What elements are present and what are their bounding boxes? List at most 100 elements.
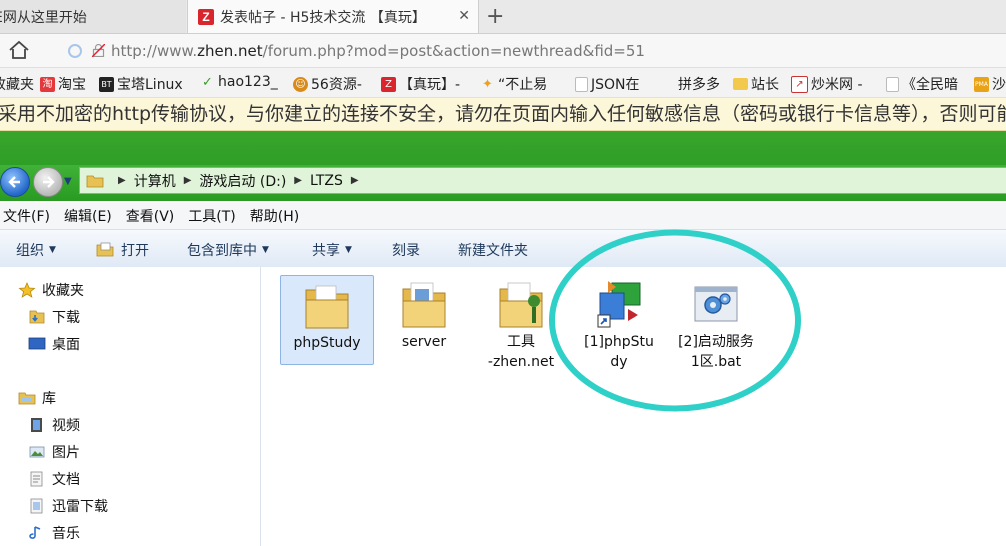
- bookmark-chaomi[interactable]: ↗ 炒米网 -: [791, 74, 863, 94]
- url-text: http://www.zhen.net/forum.php?mod=post&a…: [111, 42, 645, 60]
- downloads-folder-icon: [29, 310, 45, 324]
- open-button[interactable]: 打开: [96, 240, 149, 260]
- nav-downloads[interactable]: 下载: [28, 307, 80, 327]
- documents-icon: [30, 471, 43, 487]
- bookmark-label: JSON在: [591, 77, 640, 93]
- file-name: phpStudy: [293, 335, 361, 351]
- desktop-icon: [28, 337, 46, 350]
- folder-icon: [305, 285, 349, 329]
- bookmark-label: 《全民暗: [902, 77, 958, 93]
- bookmark-label: 【真玩】-: [399, 77, 461, 93]
- folder-icon: [86, 175, 104, 187]
- bookmark-pma[interactable]: PMA 沙: [974, 74, 1006, 94]
- nav-documents[interactable]: 文档: [28, 469, 80, 489]
- nav-label: 桌面: [52, 337, 80, 353]
- bookmark-zhanzhang[interactable]: 站长: [733, 74, 779, 94]
- zhen-favicon-icon: Z: [198, 8, 214, 25]
- breadcrumb-computer[interactable]: 计算机: [134, 171, 176, 191]
- page-icon: [886, 76, 899, 92]
- bookmark-label: hao123_: [218, 74, 278, 90]
- organize-button[interactable]: 组织 ▼: [16, 240, 56, 260]
- back-button[interactable]: [0, 167, 30, 197]
- breadcrumb-ltzs[interactable]: LTZS: [310, 173, 343, 189]
- bookmark-56[interactable]: ☺ 56资源-: [293, 74, 362, 94]
- recent-pages-chevron-down-icon[interactable]: ▼: [64, 176, 72, 187]
- navigation-pane: 收藏夹 下载 桌面 库 视频 图片 文档 迅雷下载 音乐: [0, 267, 261, 546]
- nav-label: 图片: [52, 445, 80, 461]
- documents-icon: [30, 498, 43, 514]
- share-button[interactable]: 共享 ▼: [312, 240, 352, 260]
- bookmark-label: 淘宝: [58, 77, 86, 93]
- include-in-library-button[interactable]: 包含到库中 ▼: [187, 240, 269, 260]
- nav-videos[interactable]: 视频: [28, 415, 80, 435]
- bookmark-favorites[interactable]: 收藏夹: [0, 74, 34, 94]
- menu-edit[interactable]: 编辑(E): [64, 206, 112, 226]
- chart-icon: ↗: [791, 75, 808, 93]
- new-folder-button[interactable]: 新建文件夹: [458, 240, 528, 260]
- taobao-icon: 淘: [40, 76, 55, 92]
- home-icon[interactable]: [8, 40, 30, 60]
- music-icon: [29, 526, 41, 539]
- bookmark-taobao[interactable]: 淘 淘宝: [40, 74, 86, 94]
- breadcrumb-separator-icon[interactable]: ▶: [184, 175, 192, 186]
- menu-tools[interactable]: 工具(T): [188, 206, 235, 226]
- new-folder-label: 新建文件夹: [458, 243, 528, 259]
- open-folder-icon: [96, 242, 114, 257]
- close-tab-icon[interactable]: ✕: [458, 8, 470, 24]
- nav-favorites[interactable]: 收藏夹: [18, 280, 84, 300]
- menu-help[interactable]: 帮助(H): [250, 206, 299, 226]
- url-path: /forum.php?mod=post&action=newthread&fid…: [262, 41, 645, 60]
- menu-file[interactable]: 文件(F): [3, 206, 50, 226]
- insecure-lock-icon[interactable]: [92, 44, 105, 57]
- bookmark-json[interactable]: JSON在: [575, 74, 640, 94]
- bookmark-label: 站长: [751, 77, 779, 93]
- nav-music[interactable]: 音乐: [28, 523, 80, 543]
- libraries-icon: [18, 392, 36, 405]
- url-prefix: http://www.: [111, 41, 198, 60]
- menu-view[interactable]: 查看(V): [126, 206, 175, 226]
- forward-button[interactable]: [33, 167, 63, 197]
- nav-libraries[interactable]: 库: [18, 388, 56, 408]
- bookmark-quanmin[interactable]: 《全民暗: [886, 74, 958, 94]
- bookmark-bt-linux[interactable]: BT 宝塔Linux: [99, 74, 183, 94]
- page-status-icon: [68, 43, 82, 58]
- bookmark-buzhiyi[interactable]: ✦ “不止易: [480, 74, 547, 94]
- include-library-label: 包含到库中: [187, 243, 257, 259]
- browser-tab-active[interactable]: Z 发表帖子 - H5技术交流 【真玩】 ✕: [187, 0, 479, 33]
- warning-text: 采用不加密的http传输协议，与你建立的连接不安全，请勿在页面内输入任何敏感信息…: [0, 103, 1006, 125]
- share-label: 共享: [312, 243, 340, 259]
- chevron-down-icon: ▼: [49, 245, 56, 255]
- file-item-phpstudy[interactable]: phpStudy: [280, 275, 374, 365]
- burn-button[interactable]: 刻录: [392, 240, 420, 260]
- bookmark-label: 宝塔Linux: [117, 77, 183, 93]
- bookmark-pinduoduo[interactable]: 拼多多: [678, 74, 720, 94]
- browser-tab-home[interactable]: E网从这里开始: [0, 0, 186, 33]
- breadcrumb-separator-icon[interactable]: ▶: [118, 175, 126, 186]
- file-name: server: [401, 334, 447, 350]
- bookmark-zhen[interactable]: Z 【真玩】-: [381, 74, 460, 94]
- page-icon: [575, 76, 588, 92]
- nav-pictures[interactable]: 图片: [28, 442, 80, 462]
- menu-bar: 文件(F) 编辑(E) 查看(V) 工具(T) 帮助(H): [0, 203, 1006, 229]
- file-item-server[interactable]: server: [378, 275, 470, 363]
- burn-label: 刻录: [392, 243, 420, 259]
- new-tab-button[interactable]: +: [486, 4, 504, 29]
- bookmark-hao123[interactable]: ✓ hao123_: [200, 74, 278, 90]
- url-field[interactable]: http://www.zhen.net/forum.php?mod=post&a…: [60, 38, 1000, 63]
- nav-label: 下载: [52, 310, 80, 326]
- bt-icon: BT: [99, 76, 114, 92]
- zhen-icon: Z: [381, 76, 396, 92]
- nav-xunlei-downloads[interactable]: 迅雷下载: [28, 496, 108, 516]
- arrow-right-icon: [43, 176, 55, 188]
- breadcrumb-separator-icon[interactable]: ▶: [294, 175, 302, 186]
- organize-label: 组织: [16, 243, 44, 259]
- nav-desktop[interactable]: 桌面: [28, 334, 80, 354]
- nav-label: 文档: [52, 472, 80, 488]
- flame-icon: ✦: [482, 76, 493, 92]
- breadcrumb[interactable]: ▶ 计算机 ▶ 游戏启动 (D:) ▶ LTZS ▶: [79, 167, 1006, 194]
- nav-label: 库: [42, 391, 56, 407]
- breadcrumb-drive-d[interactable]: 游戏启动 (D:): [199, 171, 286, 191]
- breadcrumb-separator-icon[interactable]: ▶: [351, 175, 359, 186]
- bookmark-label: 沙: [992, 77, 1006, 93]
- nav-label: 收藏夹: [42, 283, 84, 299]
